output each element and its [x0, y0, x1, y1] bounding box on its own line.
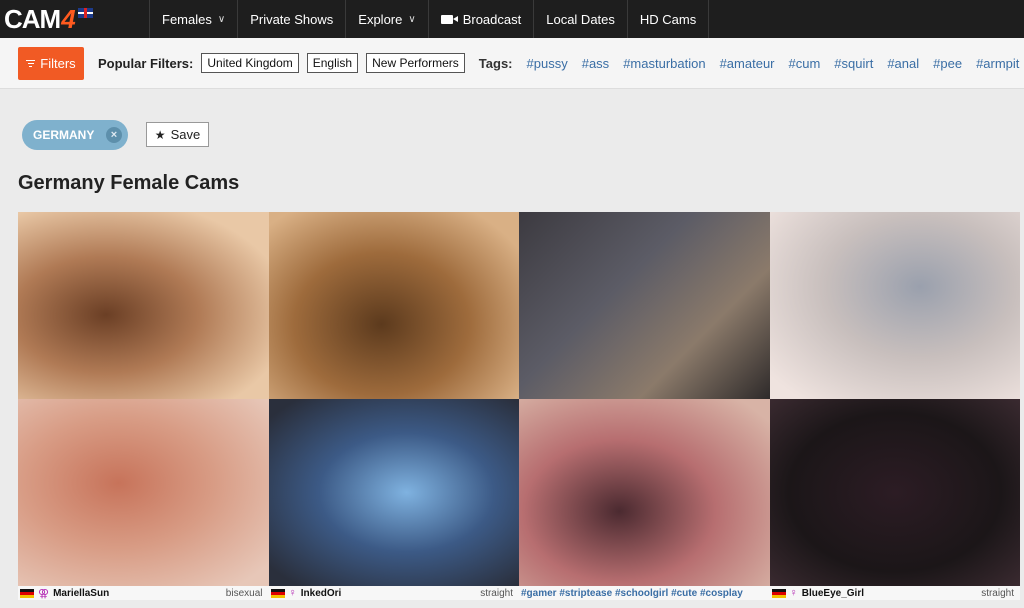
filter-chip-english[interactable]: English [306, 53, 359, 73]
save-label: Save [170, 127, 201, 142]
uk-flag-icon[interactable] [77, 8, 93, 18]
cam-thumbnail[interactable] [268, 399, 519, 586]
nav-females-label: Females [162, 11, 212, 27]
filters-label: Filters [40, 55, 76, 71]
logo-text: CAM [4, 3, 61, 34]
logo-number: 4 [61, 3, 76, 34]
performer-orientation: straight [981, 587, 1014, 599]
tag-link[interactable]: #cum [789, 56, 821, 71]
filter-chip-new-performers[interactable]: New Performers [366, 53, 465, 73]
nav-hd-cams[interactable]: HD Cams [628, 0, 710, 38]
performer-tagline[interactable]: #gamer #striptease #schoolgirl #cute #co… [521, 588, 743, 599]
performer-name[interactable]: MariellaSun [53, 588, 109, 599]
nav-hd-cams-label: HD Cams [639, 11, 697, 27]
star-icon: ★ [154, 127, 166, 142]
tag-link[interactable]: #ass [582, 56, 609, 71]
cam-thumbnail[interactable] [18, 399, 269, 586]
save-button[interactable]: ★ Save [146, 122, 209, 147]
performer-orientation: bisexual [225, 587, 263, 599]
performer-name[interactable]: BlueEye_Girl [802, 588, 864, 599]
cam-thumbnail[interactable] [18, 212, 269, 399]
filter-chip-united-kingdom[interactable]: United Kingdom [201, 53, 299, 73]
top-nav: CAM 4 Females ∨ Private Shows Explore ∨ B… [0, 0, 1024, 38]
cam-thumbnail[interactable] [268, 212, 519, 399]
page-title: Germany Female Cams [18, 172, 240, 194]
filter-lines-icon [26, 58, 36, 69]
cam4-logo[interactable]: CAM 4 [0, 0, 150, 38]
active-filter-label: GERMANY [33, 128, 95, 142]
female-symbol-icon: ♀ [789, 587, 798, 599]
tag-link[interactable]: #amateur [720, 56, 775, 71]
performer-caption[interactable]: #gamer #striptease #schoolgirl #cute #co… [519, 586, 770, 600]
filters-button[interactable]: Filters [18, 46, 84, 80]
nav-females[interactable]: Females ∨ [150, 0, 239, 38]
close-icon[interactable]: × [106, 127, 122, 143]
popular-filters-label: Popular Filters: [98, 55, 194, 71]
tag-link[interactable]: #masturbation [623, 56, 705, 71]
caption-row: ⚢ MariellaSun bisexual ♀ InkedOri straig… [18, 586, 1020, 600]
nav-local-dates[interactable]: Local Dates [534, 0, 628, 38]
performer-caption[interactable]: ♀ BlueEye_Girl straight [770, 586, 1021, 600]
cam-thumbnail[interactable] [519, 399, 770, 586]
nav-explore-label: Explore [358, 11, 403, 27]
tag-link[interactable]: #squirt [834, 56, 873, 71]
nav-private-shows-label: Private Shows [250, 11, 334, 27]
nav-local-dates-label: Local Dates [546, 11, 615, 27]
cam-thumbnail[interactable] [769, 399, 1020, 586]
performer-orientation: straight [480, 587, 513, 599]
filter-bar: Filters Popular Filters: United Kingdom … [0, 38, 1024, 89]
germany-flag-icon [270, 588, 285, 598]
female-symbol-icon: ♀ [288, 587, 297, 599]
tags-label: Tags: [478, 55, 513, 71]
chevron-down-icon: ∨ [217, 13, 226, 25]
tag-link[interactable]: #armpit [976, 56, 1019, 71]
nav-broadcast-label: Broadcast [462, 11, 522, 27]
nav-explore[interactable]: Explore ∨ [346, 0, 429, 38]
female-symbol-icon: ⚢ [38, 587, 50, 600]
germany-flag-icon [771, 588, 786, 598]
active-filter-germany[interactable]: GERMANY × [22, 120, 128, 150]
germany-flag-icon [20, 588, 34, 598]
nav-private-shows[interactable]: Private Shows [238, 0, 347, 38]
tag-link[interactable]: #pussy [527, 56, 568, 71]
cam-thumbnail[interactable] [769, 212, 1020, 399]
tag-link[interactable]: #anal [887, 56, 919, 71]
performer-name[interactable]: InkedOri [301, 588, 342, 599]
nav-broadcast[interactable]: Broadcast [429, 0, 535, 38]
performer-caption[interactable]: ⚢ MariellaSun bisexual [18, 586, 269, 600]
video-camera-icon [440, 14, 453, 24]
cam-grid [18, 212, 1020, 586]
tag-link[interactable]: #pee [933, 56, 962, 71]
chevron-down-icon: ∨ [408, 13, 416, 25]
performer-caption[interactable]: ♀ InkedOri straight [269, 586, 520, 600]
cam-thumbnail[interactable] [519, 212, 770, 399]
